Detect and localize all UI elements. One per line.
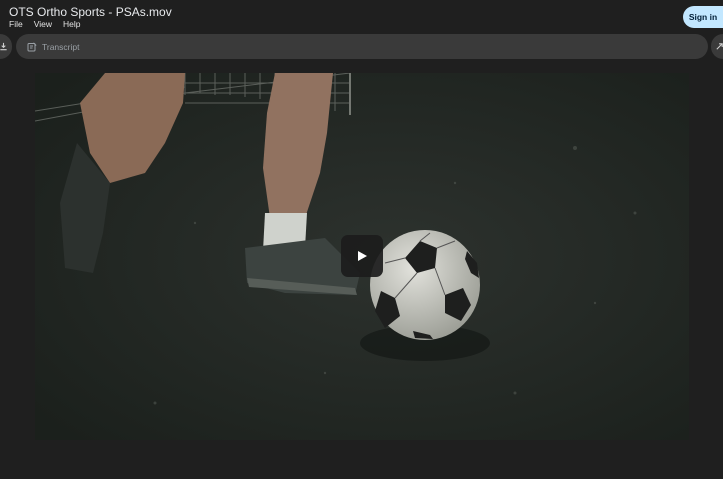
transcript-icon bbox=[27, 41, 37, 51]
play-icon bbox=[358, 251, 367, 261]
download-button[interactable] bbox=[0, 34, 12, 59]
menu-bar: File View Help bbox=[9, 19, 80, 29]
menu-help[interactable]: Help bbox=[63, 19, 80, 29]
sign-in-button[interactable]: Sign in bbox=[683, 6, 723, 28]
play-button[interactable] bbox=[341, 235, 383, 277]
expand-button[interactable] bbox=[711, 34, 723, 59]
expand-icon bbox=[716, 43, 723, 50]
file-title: OTS Ortho Sports - PSAs.mov bbox=[9, 5, 172, 19]
download-icon bbox=[0, 42, 7, 51]
menu-view[interactable]: View bbox=[34, 19, 52, 29]
transcript-label: Transcript bbox=[42, 41, 80, 52]
menu-file[interactable]: File bbox=[9, 19, 23, 29]
transcript-toggle[interactable]: Transcript bbox=[16, 34, 708, 59]
